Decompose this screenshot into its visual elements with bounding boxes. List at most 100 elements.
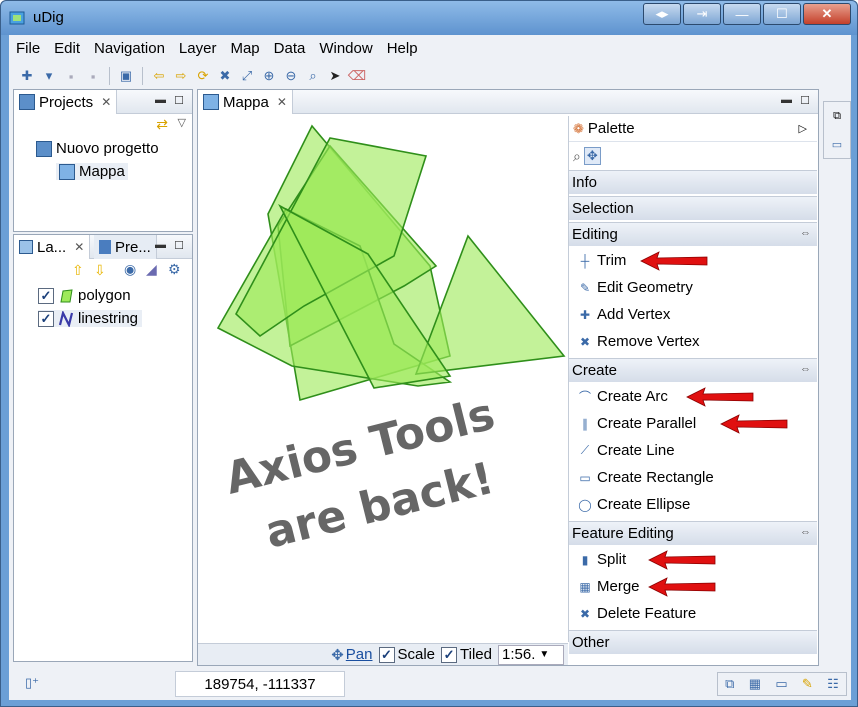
tab-preview[interactable]: Pre... (94, 235, 157, 259)
palette-title: Palette (587, 120, 635, 137)
map-editor-header: Mappa ✕ ▬ ☐ (198, 90, 818, 114)
layer-item-polygon[interactable]: ✓ polygon (38, 287, 131, 304)
dropdown-icon[interactable]: ▾ (39, 66, 59, 86)
table-icon[interactable]: ☷ (827, 676, 839, 692)
menu-data[interactable]: Data (267, 37, 313, 61)
minimize-view-icon[interactable]: ▬ (155, 239, 166, 251)
pin-icon[interactable]: ✎ (802, 676, 813, 692)
menu-file[interactable]: File (9, 37, 47, 61)
tiled-toggle[interactable]: ✓ Tiled (441, 646, 492, 663)
restore-icon[interactable]: ⧉ (833, 110, 841, 123)
eraser-icon[interactable]: ⌫ (347, 66, 367, 86)
palette-tool-trim[interactable]: ┼ Trim (577, 252, 627, 269)
pointer-icon[interactable]: ➤ (325, 66, 345, 86)
pan-link[interactable]: ✥ Pan (331, 646, 372, 664)
stop-icon[interactable]: ✖ (215, 66, 235, 86)
menu-navigation[interactable]: Navigation (87, 37, 172, 61)
fast-view-icon[interactable]: ▯⁺ (25, 675, 39, 691)
palette-tool-create-line[interactable]: ⟋ Create Line (577, 442, 675, 459)
zoom-tool-icon[interactable]: ⌕ (573, 148, 581, 165)
palette-tool-create-ellipse[interactable]: ◯ Create Ellipse (577, 496, 690, 513)
palette-drawer-create[interactable]: Create ⇔ (569, 358, 817, 382)
menu-layer[interactable]: Layer (172, 37, 224, 61)
new-icon[interactable]: ✚ (17, 66, 37, 86)
palette-tool-edit-geometry[interactable]: ✎ Edit Geometry (577, 279, 693, 296)
layers-icon (19, 240, 33, 254)
close-icon[interactable]: ✕ (101, 95, 111, 109)
refresh-icon[interactable]: ⟳ (193, 66, 213, 86)
link-icon[interactable]: ⇄ (156, 116, 168, 133)
maximize-button[interactable]: ☐ (763, 3, 801, 25)
minimize-button[interactable]: — (723, 3, 761, 25)
scale-checkbox[interactable]: ✓ (378, 646, 395, 663)
coordinates-field[interactable]: 189754, -111337 (175, 671, 345, 697)
palette-drawer-selection[interactable]: Selection (569, 196, 817, 220)
tab-projects[interactable]: Projects ✕ (14, 90, 118, 114)
properties-icon[interactable]: ▣ (116, 66, 136, 86)
palette-tool-remove-vertex[interactable]: ✖ Remove Vertex (577, 333, 700, 350)
view-menu-icon[interactable]: ▽ (178, 116, 186, 129)
scale-toggle[interactable]: ✓ Scale (378, 646, 435, 663)
palette-tool-split[interactable]: ▮ Split (577, 551, 627, 568)
forward-icon[interactable]: ⇨ (171, 66, 191, 86)
menu-edit[interactable]: Edit (47, 37, 87, 61)
tree-item-map[interactable]: Mappa (56, 163, 128, 180)
pin-drawer-icon[interactable]: ⇔ (800, 363, 811, 375)
map-canvas[interactable]: Axios Tools are back! (200, 116, 566, 616)
save-icon[interactable]: ▪ (61, 66, 81, 86)
move-up-icon[interactable]: ⇧ (72, 262, 84, 279)
snap-window-button[interactable]: ⇥ (683, 3, 721, 25)
tiled-checkbox[interactable]: ✓ (441, 646, 458, 663)
layer-settings-icon[interactable]: ⚙ (168, 261, 181, 278)
tree-item-project[interactable]: Nuovo progetto (36, 140, 159, 157)
save-all-icon[interactable]: ▪ (83, 66, 103, 86)
zoom-selection-icon[interactable]: ⌕ (303, 66, 323, 86)
palette-tool-create-arc[interactable]: ⌒ Create Arc (577, 388, 668, 405)
palette-tool-merge[interactable]: ▦ Merge (577, 578, 639, 595)
title-bar[interactable]: uDig ◂▸ ⇥ — ☐ ✕ (1, 1, 857, 35)
palette-drawer-info[interactable]: Info (569, 170, 817, 194)
menu-window[interactable]: Window (312, 37, 379, 61)
tab-layers[interactable]: La... ✕ (14, 235, 91, 259)
close-icon[interactable]: ✕ (277, 95, 287, 109)
close-icon[interactable]: ✕ (74, 240, 84, 254)
layer-visibility-checkbox[interactable]: ✓ (38, 287, 54, 304)
palette-tool-create-rectangle[interactable]: ▭ Create Rectangle (577, 469, 713, 486)
close-button[interactable]: ✕ (803, 3, 851, 25)
style-icon[interactable]: ◉ (124, 261, 136, 278)
switch-window-button[interactable]: ◂▸ (643, 3, 681, 25)
zoom-in-icon[interactable]: ⊕ (259, 66, 279, 86)
layer-item-linestring[interactable]: ✓ linestring (38, 310, 143, 327)
tab-mappa[interactable]: Mappa ✕ (198, 90, 293, 114)
zoom-out-icon[interactable]: ⊖ (281, 66, 301, 86)
maximize-view-icon[interactable]: ☐ (800, 94, 810, 107)
scale-icon[interactable]: ◢ (146, 261, 157, 278)
maximize-view-icon[interactable]: ☐ (174, 94, 184, 107)
maximize-view-icon[interactable]: ☐ (174, 239, 184, 252)
catalog-icon[interactable]: ▦ (749, 676, 761, 692)
back-icon[interactable]: ⇦ (149, 66, 169, 86)
palette-tool-delete-feature[interactable]: ✖ Delete Feature (577, 605, 696, 622)
move-down-icon[interactable]: ⇩ (94, 262, 106, 279)
app-window: uDig ◂▸ ⇥ — ☐ ✕ File Edit Navigation Lay… (0, 0, 858, 707)
view-icon[interactable]: ▭ (832, 138, 842, 151)
menu-map[interactable]: Map (223, 37, 266, 61)
minimize-view-icon[interactable]: ▬ (781, 94, 792, 106)
scale-combo[interactable]: 1:56. ▼ (498, 644, 564, 665)
minimize-view-icon[interactable]: ▬ (155, 94, 166, 106)
chevron-right-icon[interactable]: ▷ (799, 122, 807, 135)
palette-drawer-other[interactable]: Other (569, 630, 817, 654)
palette-tool-create-parallel[interactable]: ∥ Create Parallel (577, 415, 696, 432)
palette-drawer-editing[interactable]: Editing ⇔ (569, 222, 817, 246)
palette-tool-add-vertex[interactable]: ✚ Add Vertex (577, 306, 670, 323)
window-icon[interactable]: ▭ (775, 676, 787, 692)
pin-drawer-icon[interactable]: ⇔ (800, 526, 811, 538)
pan-tool-icon[interactable]: ✥ (583, 147, 601, 165)
pin-drawer-icon[interactable]: ⇔ (800, 227, 811, 239)
menu-help[interactable]: Help (380, 37, 425, 61)
zoom-extent-icon[interactable]: ⤢ (237, 66, 257, 86)
layer-visibility-checkbox[interactable]: ✓ (38, 310, 54, 327)
palette-header[interactable]: ❁ Palette ▷ (569, 116, 817, 142)
restore-icon[interactable]: ⧉ (725, 676, 734, 692)
palette-drawer-feature-editing[interactable]: Feature Editing ⇔ (569, 521, 817, 545)
